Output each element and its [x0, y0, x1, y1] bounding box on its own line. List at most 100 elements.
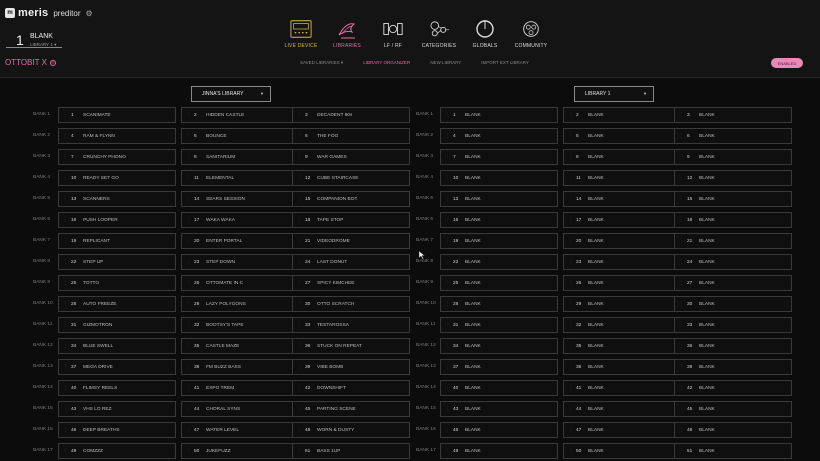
preset-slot[interactable]: ⋮ 9 WAR GAMES	[292, 149, 410, 165]
drag-handle-icon[interactable]: ⋮	[186, 343, 191, 349]
drag-handle-icon[interactable]: ⋮	[297, 259, 302, 265]
drag-handle-icon[interactable]: ⋮	[679, 196, 684, 202]
preset-slot[interactable]: ⋮ 48 WORN & DUSTY	[292, 422, 410, 438]
drag-handle-icon[interactable]: ⋮	[297, 175, 302, 181]
preset-slot[interactable]: ⋮ 40 FLIMSY REELS	[58, 380, 176, 396]
preset-slot[interactable]: ⋮ 44 BLANK	[563, 401, 681, 417]
right-library-select[interactable]: LIBRARY 1 ▼	[574, 86, 654, 102]
drag-handle-icon[interactable]: ⋮	[297, 217, 302, 223]
preset-slot[interactable]: ⋮ 5 BOUNCE	[181, 128, 299, 144]
preset-slot[interactable]: ⋮ 4 BLANK	[440, 128, 558, 144]
drag-handle-icon[interactable]: ⋮	[63, 154, 68, 160]
preset-slot[interactable]: ⋮ 8 SANITARIUM	[181, 149, 299, 165]
preset-slot[interactable]: ⋮ 41 BLANK	[563, 380, 681, 396]
preset-slot[interactable]: ⋮ 1 BLANK	[440, 107, 558, 123]
link-icon[interactable]: ⚙	[85, 9, 92, 18]
preset-slot[interactable]: ⋮ 12 BLANK	[674, 170, 792, 186]
preset-slot[interactable]: ⋮ 23 STEP DOWN	[181, 254, 299, 270]
preset-slot[interactable]: ⋮ 20 BLANK	[563, 233, 681, 249]
enabled-toggle[interactable]: ENABLED	[771, 58, 803, 68]
preset-slot[interactable]: ⋮ 36 STUCK ON REPEAT	[292, 338, 410, 354]
preset-slot[interactable]: ⋮ 5 BLANK	[563, 128, 681, 144]
drag-handle-icon[interactable]: ⋮	[63, 175, 68, 181]
drag-handle-icon[interactable]: ⋮	[679, 217, 684, 223]
preset-slot[interactable]: ⋮ 6 BLANK	[674, 128, 792, 144]
drag-handle-icon[interactable]: ⋮	[63, 301, 68, 307]
drag-handle-icon[interactable]: ⋮	[297, 154, 302, 160]
preset-slot[interactable]: ⋮ 35 CASTLE MAZE	[181, 338, 299, 354]
drag-handle-icon[interactable]: ⋮	[568, 448, 573, 454]
preset-slot[interactable]: ⋮ 47 WATER LEVEL	[181, 422, 299, 438]
drag-handle-icon[interactable]: ⋮	[63, 406, 68, 412]
preset-slot[interactable]: ⋮ 21 VIDEODROME	[292, 233, 410, 249]
drag-handle-icon[interactable]: ⋮	[297, 364, 302, 370]
preset-slot[interactable]: ⋮ 37 MEGA DRIVE	[58, 359, 176, 375]
preset-slot[interactable]: ⋮ 45 BLANK	[674, 401, 792, 417]
drag-handle-icon[interactable]: ⋮	[445, 196, 450, 202]
preset-slot[interactable]: ⋮ 39 BLANK	[674, 359, 792, 375]
preset-slot[interactable]: ⋮ 6 THE FOG	[292, 128, 410, 144]
nav-live-device[interactable]: LIVE DEVICE	[278, 18, 324, 52]
preset-slot[interactable]: ⋮ 18 BLANK	[674, 212, 792, 228]
drag-handle-icon[interactable]: ⋮	[445, 301, 450, 307]
preset-slot[interactable]: ⋮ 46 BLANK	[440, 422, 558, 438]
preset-slot[interactable]: ⋮ 11 ELEMENTAL	[181, 170, 299, 186]
preset-slot[interactable]: ⋮ 4 RAM & FLYNN	[58, 128, 176, 144]
drag-handle-icon[interactable]: ⋮	[679, 427, 684, 433]
drag-handle-icon[interactable]: ⋮	[297, 301, 302, 307]
drag-handle-icon[interactable]: ⋮	[63, 112, 68, 118]
drag-handle-icon[interactable]: ⋮	[186, 322, 191, 328]
drag-handle-icon[interactable]: ⋮	[63, 385, 68, 391]
left-library-select[interactable]: JINNA'S LIBRARY ▼	[191, 86, 271, 102]
preset-slot[interactable]: ⋮ 38 FM BUZZ BASS	[181, 359, 299, 375]
preset-slot[interactable]: ⋮ 43 BLANK	[440, 401, 558, 417]
drag-handle-icon[interactable]: ⋮	[568, 112, 573, 118]
drag-handle-icon[interactable]: ⋮	[679, 385, 684, 391]
drag-handle-icon[interactable]: ⋮	[445, 280, 450, 286]
preset-slot[interactable]: ⋮ 15 COMPANION BOT	[292, 191, 410, 207]
preset-slot[interactable]: ⋮ 31 BLANK	[440, 317, 558, 333]
preset-slot[interactable]: ⋮ 7 BLANK	[440, 149, 558, 165]
preset-slot[interactable]: ⋮ 3 DECADENT 80s	[292, 107, 410, 123]
preset-slot[interactable]: ⋮ 42 BLANK	[674, 380, 792, 396]
new-library-link[interactable]: NEW LIBRARY	[430, 60, 461, 66]
drag-handle-icon[interactable]: ⋮	[445, 175, 450, 181]
preset-slot[interactable]: ⋮ 30 OTTO SCRATCH	[292, 296, 410, 312]
drag-handle-icon[interactable]: ⋮	[186, 406, 191, 412]
preset-slot[interactable]: ⋮ 39 VIBE BOMB	[292, 359, 410, 375]
preset-slot[interactable]: ⋮ 41 EXPO TREM	[181, 380, 299, 396]
preset-slot[interactable]: ⋮ 23 BLANK	[563, 254, 681, 270]
drag-handle-icon[interactable]: ⋮	[297, 322, 302, 328]
preset-slot[interactable]: ⋮ 16 BLANK	[440, 212, 558, 228]
preset-slot[interactable]: ⋮ 19 BLANK	[440, 233, 558, 249]
preset-slot[interactable]: ⋮ 10 BLANK	[440, 170, 558, 186]
preset-slot[interactable]: ⋮ 28 AUTO FREEZE	[58, 296, 176, 312]
preset-slot[interactable]: ⋮ 47 BLANK	[563, 422, 681, 438]
drag-handle-icon[interactable]: ⋮	[568, 133, 573, 139]
preset-slot[interactable]: ⋮ 24 BLANK	[674, 254, 792, 270]
drag-handle-icon[interactable]: ⋮	[568, 322, 573, 328]
preset-slot[interactable]: ⋮ 40 BLANK	[440, 380, 558, 396]
preset-slot[interactable]: ⋮ 34 BLUE SWELL	[58, 338, 176, 354]
drag-handle-icon[interactable]: ⋮	[568, 217, 573, 223]
preset-slot[interactable]: ⋮ 37 BLANK	[440, 359, 558, 375]
preset-slot[interactable]: ⋮ 34 BLANK	[440, 338, 558, 354]
drag-handle-icon[interactable]: ⋮	[445, 322, 450, 328]
drag-handle-icon[interactable]: ⋮	[297, 196, 302, 202]
drag-handle-icon[interactable]: ⋮	[679, 238, 684, 244]
drag-handle-icon[interactable]: ⋮	[186, 238, 191, 244]
drag-handle-icon[interactable]: ⋮	[63, 238, 68, 244]
drag-handle-icon[interactable]: ⋮	[297, 238, 302, 244]
preset-slot[interactable]: ⋮ 30 BLANK	[674, 296, 792, 312]
drag-handle-icon[interactable]: ⋮	[679, 280, 684, 286]
drag-handle-icon[interactable]: ⋮	[445, 217, 450, 223]
drag-handle-icon[interactable]: ⋮	[568, 259, 573, 265]
preset-slot[interactable]: ⋮ 17 WAKA WAKA	[181, 212, 299, 228]
preset-slot[interactable]: ⋮ 50 BLANK	[563, 443, 681, 459]
preset-slot[interactable]: ⋮ 35 BLANK	[563, 338, 681, 354]
drag-handle-icon[interactable]: ⋮	[568, 301, 573, 307]
preset-slot[interactable]: ⋮ 15 BLANK	[674, 191, 792, 207]
preset-slot[interactable]: ⋮ 10 READY SET GO	[58, 170, 176, 186]
drag-handle-icon[interactable]: ⋮	[568, 385, 573, 391]
drag-handle-icon[interactable]: ⋮	[186, 217, 191, 223]
